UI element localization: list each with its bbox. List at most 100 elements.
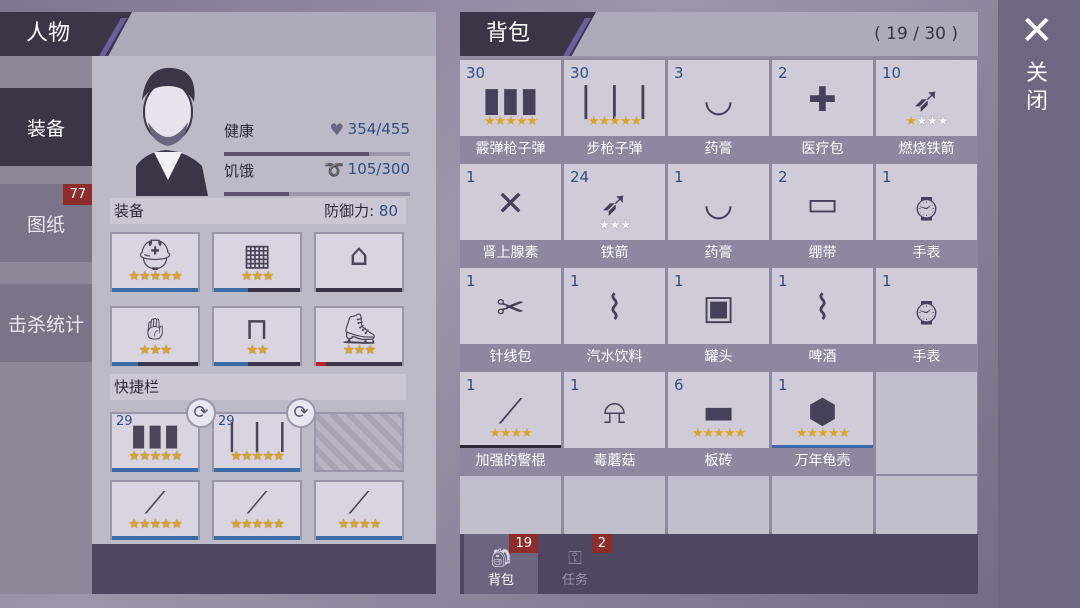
quickbar-slot[interactable]: ⟋ ★★★★★ (212, 480, 302, 540)
backpack-item[interactable]: 1 ✂ 针线包 (460, 268, 561, 370)
item-name: 万年龟壳 (772, 448, 873, 474)
quickbar-slot[interactable]: ⟋ ★★★★ (314, 480, 404, 540)
heart-icon: ♥ (329, 120, 344, 139)
durability-bar (112, 362, 198, 366)
tab-backpack[interactable]: 🎒︎ 背包 19 (464, 534, 538, 594)
star-rating: ★★★ (241, 269, 274, 284)
item-quantity: 2 (778, 168, 788, 186)
backpack-item[interactable]: 1 ◡ 药膏 (668, 164, 769, 266)
durability-bar (112, 468, 198, 472)
close-column[interactable]: ✕ 关闭 (998, 0, 1080, 608)
quickbar-header: 快捷栏 (110, 374, 406, 400)
item-name: 罐头 (668, 344, 769, 370)
equipment-slot[interactable]: ⛑︎ ★★★★★ (110, 232, 200, 292)
backpack-item[interactable]: 10 ➶ ★★★★ 燃烧铁箭 (876, 60, 977, 162)
backpack-item[interactable]: 1 ⌚︎ 手表 (876, 164, 977, 266)
backpack-item[interactable]: 2 ▭ 绷带 (772, 164, 873, 266)
durability-bar (112, 536, 198, 540)
star-rating: ★★★ (598, 218, 632, 233)
item-name: 加强的警棍 (460, 448, 561, 474)
item-quantity: 1 (778, 272, 788, 290)
item-quantity: 6 (674, 376, 684, 394)
shotgun-shell-icon: ▮▮▮ (130, 418, 180, 453)
watch-icon: ⌚︎ (909, 191, 944, 231)
quickbar-slot[interactable]: ⟋ ★★★★★ (110, 480, 200, 540)
tab-equipment[interactable]: 装备 (0, 88, 92, 166)
backpack-item[interactable]: 1 ⌚︎ 手表 (876, 268, 977, 370)
item-quantity: 1 (674, 168, 684, 186)
defense-label: 防御力: (324, 202, 375, 220)
equipment-slot[interactable]: ⛸︎ ★★★ (314, 306, 404, 366)
rifle-icon: ⟋ (246, 486, 268, 521)
mortar-icon: ◡ (703, 80, 734, 120)
backpack-header: 背包 ( 19 / 30 ) (460, 12, 978, 56)
hunger-label: 饥饿 (224, 162, 255, 180)
defense-value: 80 (378, 202, 398, 220)
star-rating: ★★★★ (489, 426, 533, 441)
empty-backpack-slot[interactable] (876, 372, 977, 474)
shotgun-icon: ⟋ (144, 486, 166, 521)
item-name: 针线包 (460, 344, 561, 370)
item-name: 燃烧铁箭 (876, 136, 977, 162)
backpack-item[interactable]: 1 ⍾ 毒蘑菇 (564, 372, 665, 474)
backpack-item[interactable]: 1 ⟋ ★★★★ 加强的警棍 (460, 372, 561, 474)
star-rating: ★★★★★ (230, 449, 284, 464)
equipment-slot[interactable]: ⊓ ★★ (212, 306, 302, 366)
backpack-item[interactable]: 30 ❘❘❘ ★★★★★ 步枪子弹 (564, 60, 665, 162)
close-icon[interactable]: ✕ (1020, 8, 1054, 54)
hunger-stat: 饥饿 ➰ 105/300 (224, 160, 410, 196)
star-rating: ★★ (246, 343, 268, 358)
backpack-item[interactable]: 1 ✕ 肾上腺素 (460, 164, 561, 266)
backpack-item[interactable]: 1 ⌇ 啤酒 (772, 268, 873, 370)
durability-bar (214, 536, 300, 540)
item-name: 毒蘑菇 (564, 448, 665, 474)
swap-ammo-button[interactable]: ⟳ (186, 398, 216, 428)
backpack-item[interactable]: 1 ⬢ ★★★★★ 万年龟壳 (772, 372, 873, 474)
tab-kill-stats[interactable]: 击杀统计 (0, 284, 92, 362)
durability-bar (214, 468, 300, 472)
backpack-panel: 背包 ( 19 / 30 ) 30 ▮▮▮ ★★★★★ 霰弹枪子弹 30 ❘❘❘ ★★★★★… (460, 12, 978, 594)
item-name: 绷带 (772, 240, 873, 266)
item-quantity: 10 (882, 64, 902, 82)
equipment-slot[interactable]: ⌂ (314, 232, 404, 292)
tab-blueprints[interactable]: 图纸 77 (0, 184, 92, 262)
backpack-item[interactable]: 3 ◡ 药膏 (668, 60, 769, 162)
quickbar-slot[interactable] (314, 412, 404, 472)
star-rating: ★★★★★ (587, 114, 642, 129)
quickbar-slot[interactable]: 29 ▮▮▮ ★★★★★ (110, 412, 200, 472)
tab-quests[interactable]: ⚿ 任务 2 (538, 534, 612, 594)
health-bar (224, 152, 410, 156)
syringe-icon: ✕ (496, 184, 525, 224)
star-rating: ★★★ (139, 343, 172, 358)
side-tabs: 装备 图纸 77 击杀统计 (0, 56, 92, 594)
item-name: 霰弹枪子弹 (460, 136, 561, 162)
item-name: 药膏 (668, 136, 769, 162)
backpack-item[interactable]: 30 ▮▮▮ ★★★★★ 霰弹枪子弹 (460, 60, 561, 162)
watch-icon: ⌚︎ (909, 295, 944, 335)
durability-bar (316, 536, 402, 540)
swap-ammo-button-2[interactable]: ⟳ (286, 398, 316, 428)
sewing-kit-icon: ✂ (496, 288, 525, 328)
backpack-item[interactable]: 1 ▣ 罐头 (668, 268, 769, 370)
item-name: 铁箭 (564, 240, 665, 266)
backpack-item[interactable]: 6 ▬ ★★★★★ 板砖 (668, 372, 769, 474)
equipment-slot[interactable]: ✋︎ ★★★ (110, 306, 200, 366)
durability-bar (112, 288, 198, 292)
item-quantity: 1 (570, 272, 580, 290)
item-quantity: 1 (466, 272, 476, 290)
item-name: 肾上腺素 (460, 240, 561, 266)
close-label[interactable]: 关闭 (1026, 60, 1052, 116)
star-rating: ★★★★★ (795, 426, 850, 441)
backpack-item[interactable]: 2 ✚ 医疗包 (772, 60, 873, 162)
durability-bar (316, 288, 402, 292)
character-title: 人物 (0, 12, 132, 56)
stomach-icon: ➰ (324, 160, 344, 179)
item-quantity: 24 (570, 168, 590, 186)
backpack-item[interactable]: 24 ➶ ★★★ 铁箭 (564, 164, 665, 266)
item-quantity: 1 (466, 376, 476, 394)
backpack-item[interactable]: 1 ⌇ 汽水饮料 (564, 268, 665, 370)
helmet-icon: ⛑︎ (135, 238, 175, 273)
character-main: 健康 ♥ 354/455 饥饿 ➰ 105/300 装备 防御力: 80 ⛑︎ ★… (92, 56, 436, 544)
equipment-slot[interactable]: ▦ ★★★ (212, 232, 302, 292)
star-rating: ★★★★★ (691, 426, 746, 441)
